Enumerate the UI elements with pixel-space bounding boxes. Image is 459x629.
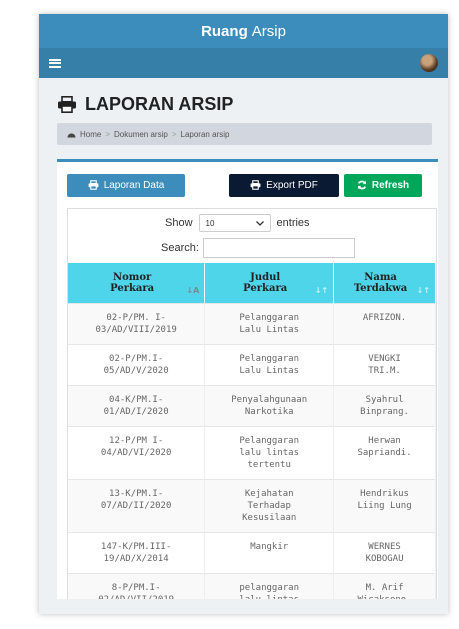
entries-select-value: 10 [205, 218, 215, 228]
table-row[interactable]: 13-K/PM.I- 07/AD/II/2020 Kejahatan Terha… [68, 478, 436, 532]
cell-nama-terdakwa: Herwan Sapriandi. [333, 425, 436, 479]
user-avatar[interactable] [420, 54, 438, 72]
column-header-nomor-perkara[interactable]: Nomor Perkara ↓A [68, 263, 206, 303]
top-navbar [39, 48, 448, 78]
refresh-label: Refresh [371, 179, 410, 191]
cell-nama-terdakwa: Hendrikus Liing Lung [333, 478, 436, 532]
cell-nama-terdakwa: M. Arif Wicaksono. [333, 572, 436, 599]
search-control: Search: [161, 238, 355, 258]
laporan-data-label: Laporan Data [103, 179, 165, 191]
entries-select[interactable]: 10 [198, 214, 271, 232]
table-row[interactable]: 12-P/PM I- 04/AD/VI/2020 Pelanggaran lal… [68, 425, 436, 479]
chevron-down-icon [255, 220, 264, 226]
breadcrumb-separator: > [105, 129, 111, 139]
cell-nomor-perkara: 02-P/PM.I- 05/AD/V/2020 [68, 343, 206, 385]
cell-nomor-perkara: 04-K/PM.I- 01/AD/I/2020 [68, 384, 206, 426]
column-header-label: Judul Perkara [243, 271, 288, 294]
menu-toggle-icon[interactable] [49, 58, 61, 68]
table-header-row: Nomor Perkara ↓A Judul Perkara ↓↑ Nama T… [68, 263, 436, 303]
cell-judul-perkara: Pelanggaran Lalu Lintas [204, 302, 335, 344]
column-header-label: Nomor Perkara [110, 271, 155, 294]
cell-judul-perkara: Kejahatan Terhadap Kesusilaan [204, 478, 335, 532]
arsip-table: Nomor Perkara ↓A Judul Perkara ↓↑ Nama T… [68, 263, 436, 599]
dashboard-icon [67, 133, 76, 138]
breadcrumb-laporan-arsip: Laporan arsip [180, 129, 230, 139]
column-header-judul-perkara[interactable]: Judul Perkara ↓↑ [204, 263, 335, 303]
app-logo[interactable]: Ruang Arsip [39, 14, 448, 48]
cell-nomor-perkara: 13-K/PM.I- 07/AD/II/2020 [68, 478, 206, 532]
content-header: LAPORAN ARSIP Home > Dokumen arsip > Lap… [39, 78, 448, 145]
report-box: Laporan Data Export PDF Refresh Show 10 … [57, 159, 438, 599]
breadcrumb-dokumen-arsip[interactable]: Dokumen arsip [114, 130, 168, 139]
sort-icon: ↓↑ [314, 285, 329, 295]
show-label: Show [165, 217, 193, 229]
export-pdf-label: Export PDF [266, 179, 318, 191]
cell-judul-perkara: Penyalahgunaan Narkotika [204, 384, 335, 426]
cell-nomor-perkara: 02-P/PM. I- 03/AD/VIII/2019 [68, 302, 206, 344]
table-row[interactable]: 04-K/PM.I- 01/AD/I/2020 Penyalahgunaan N… [68, 384, 436, 426]
breadcrumb-separator: > [171, 129, 177, 139]
laporan-data-button[interactable]: Laporan Data [67, 173, 185, 197]
table-row[interactable]: 8-P/PM.I- 02/AD/VII/2019 pelanggaran lal… [68, 572, 436, 599]
entries-length-control: Show 10 entries [165, 214, 310, 232]
logo-bold-text: Ruang [201, 22, 248, 40]
print-icon [88, 180, 99, 190]
breadcrumb: Home > Dokumen arsip > Laporan arsip [57, 123, 432, 145]
cell-judul-perkara: Pelanggaran Lalu Lintas [204, 343, 335, 385]
page-title: LAPORAN ARSIP [57, 94, 432, 115]
cell-judul-perkara: pelanggaran lalu lintas [204, 572, 335, 599]
table-row[interactable]: 02-P/PM. I- 03/AD/VIII/2019 Pelanggaran … [68, 302, 436, 344]
sort-icon: ↓↑ [416, 285, 430, 295]
column-header-label: Nama Terdakwa [353, 271, 408, 294]
data-table-wrapper: Show 10 entries Search: Nomor Perkara ↓A… [67, 208, 437, 599]
page-title-text: LAPORAN ARSIP [85, 94, 234, 114]
cell-nomor-perkara: 12-P/PM I- 04/AD/VI/2020 [68, 425, 206, 479]
cell-nama-terdakwa: Syahrul Binprang. [333, 384, 436, 426]
search-label: Search: [161, 242, 199, 254]
app-window: Ruang Arsip LAPORAN ARSIP Home > Dokumen… [39, 14, 448, 614]
print-icon [58, 96, 76, 113]
table-body: 02-P/PM. I- 03/AD/VIII/2019 Pelanggaran … [68, 302, 436, 599]
refresh-button[interactable]: Refresh [344, 173, 422, 197]
cell-nama-terdakwa: VENGKI TRI.M. [333, 343, 436, 385]
breadcrumb-home[interactable]: Home [80, 130, 101, 139]
cell-nomor-perkara: 147-K/PM.III- 19/AD/X/2014 [68, 531, 206, 573]
entries-label: entries [276, 217, 310, 229]
table-row[interactable]: 02-P/PM.I- 05/AD/V/2020 Pelanggaran Lalu… [68, 343, 436, 385]
search-input[interactable] [202, 238, 355, 258]
logo-light-text: Arsip [251, 22, 286, 40]
cell-judul-perkara: Pelanggaran lalu lintas tertentu [204, 425, 335, 479]
cell-nomor-perkara: 8-P/PM.I- 02/AD/VII/2019 [68, 572, 206, 599]
column-header-nama-terdakwa[interactable]: Nama Terdakwa ↓↑ [333, 263, 436, 303]
cell-nama-terdakwa: WERNES KOBOGAU [333, 531, 436, 573]
sort-asc-icon: ↓A [186, 285, 200, 295]
table-row[interactable]: 147-K/PM.III- 19/AD/X/2014 Mangkir WERNE… [68, 531, 436, 573]
table-controls: Show 10 entries Search: [68, 209, 436, 263]
export-pdf-button[interactable]: Export PDF [229, 173, 339, 197]
toolbar: Laporan Data Export PDF Refresh [57, 172, 438, 198]
refresh-icon [357, 180, 366, 190]
print-icon [250, 180, 261, 190]
cell-nama-terdakwa: AFRIZON. [333, 302, 436, 344]
cell-judul-perkara: Mangkir [204, 531, 335, 573]
